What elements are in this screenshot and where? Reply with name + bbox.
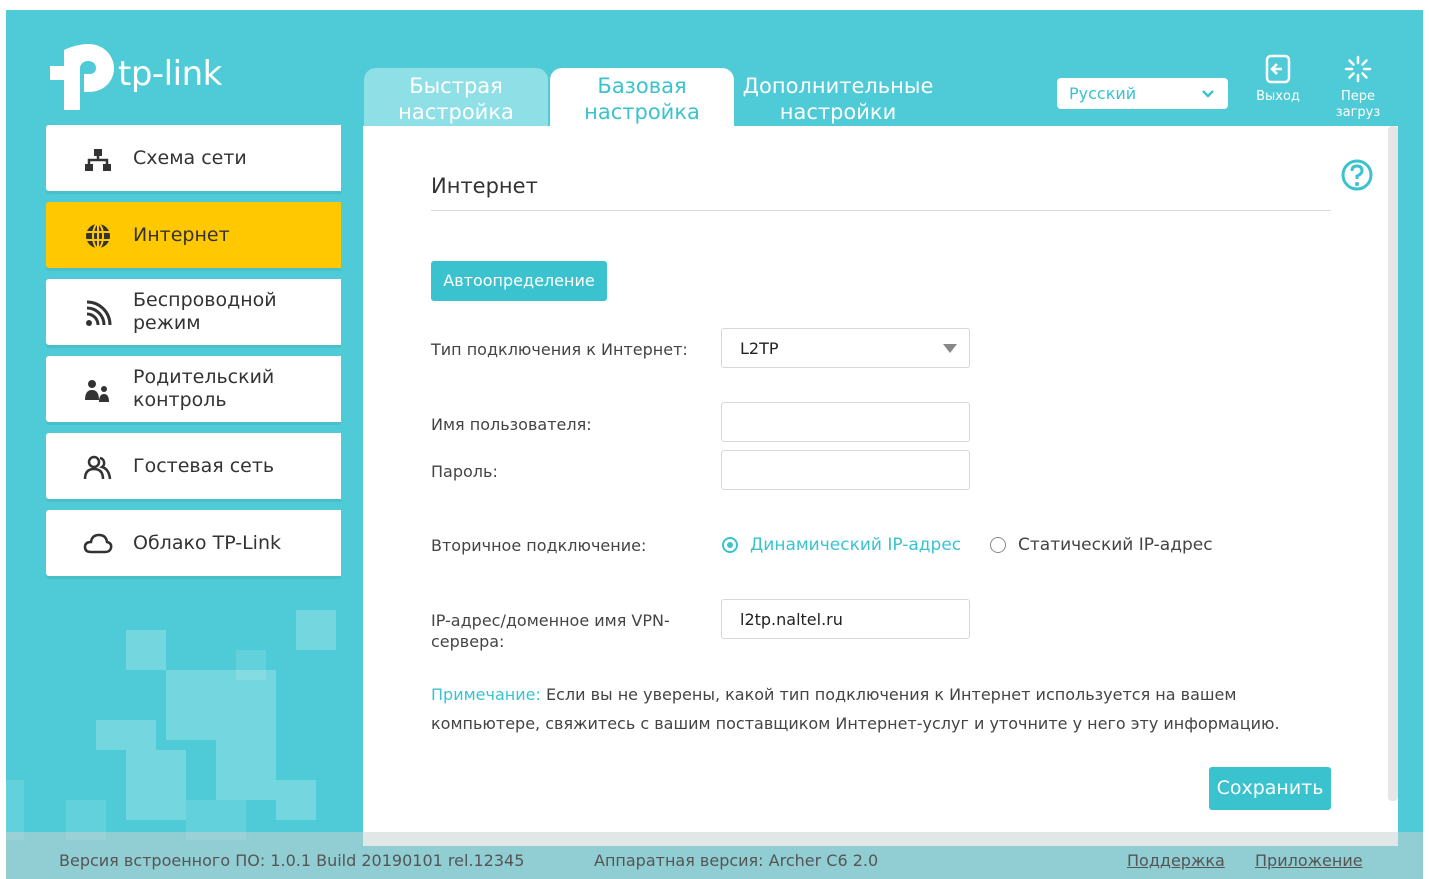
- tab-basic-setup-label: Базовая настройка: [584, 74, 700, 124]
- sidebar-item-cloud[interactable]: Облако TP-Link: [46, 510, 341, 576]
- dropdown-arrow-icon: [943, 344, 957, 353]
- password-label: Пароль:: [431, 462, 498, 481]
- sidebar-item-label: Облако TP-Link: [133, 532, 282, 554]
- tp-link-logo-icon: [50, 44, 114, 110]
- page-title: Интернет: [431, 174, 538, 198]
- tab-quick-setup-label: Быстрая настройка: [398, 74, 514, 124]
- support-link[interactable]: Поддержка: [1127, 851, 1225, 870]
- scrollbar[interactable]: [1388, 126, 1398, 801]
- logo-text: tp-link: [118, 54, 222, 94]
- vpn-server-label: IP-адрес/доменное имя VPN-сервера:: [431, 611, 670, 651]
- sidebar-item-network-map[interactable]: Схема сети: [46, 125, 341, 191]
- globe-icon: [86, 223, 110, 249]
- sidebar-item-guest-network[interactable]: Гостевая сеть: [46, 433, 341, 499]
- reboot-label: Пере загруз: [1335, 89, 1381, 120]
- guest-network-icon: [83, 455, 112, 480]
- logout-button[interactable]: Выход: [1248, 54, 1308, 105]
- username-label: Имя пользователя:: [431, 415, 592, 434]
- reboot-button[interactable]: Пере загруз: [1328, 54, 1388, 121]
- tab-quick-setup[interactable]: Быстрая настройка: [364, 68, 548, 126]
- hardware-version: Аппаратная версия: Archer C6 2.0: [594, 851, 879, 870]
- note-text: Если вы не уверены, какой тип подключени…: [431, 685, 1280, 733]
- title-divider: [431, 210, 1331, 211]
- app-link[interactable]: Приложение: [1255, 851, 1363, 870]
- radio-static-ip-label[interactable]: Статический IP-адрес: [1018, 535, 1213, 555]
- wireless-icon: [86, 300, 112, 326]
- language-value: Русский: [1069, 84, 1137, 103]
- save-button[interactable]: Сохранить: [1209, 767, 1331, 810]
- firmware-version: Версия встроенного ПО: 1.0.1 Build 20190…: [59, 851, 525, 870]
- sidebar-item-label: Гостевая сеть: [133, 455, 275, 477]
- sidebar-item-label: Родительский контроль: [133, 366, 275, 411]
- radio-dynamic-ip-label[interactable]: Динамический IP-адрес: [750, 535, 961, 555]
- cloud-icon: [83, 533, 113, 554]
- chevron-down-icon: [1202, 90, 1214, 98]
- vpn-server-field[interactable]: l2tp.naltel.ru: [721, 599, 970, 639]
- logout-label: Выход: [1256, 89, 1300, 104]
- footer: Версия встроенного ПО: 1.0.1 Build 20190…: [6, 832, 1423, 879]
- sidebar-item-wireless[interactable]: Беспроводной режим: [46, 279, 341, 345]
- radio-dynamic-ip[interactable]: [722, 537, 738, 553]
- sidebar-item-internet[interactable]: Интернет: [46, 202, 341, 268]
- sidebar-item-label: Беспроводной режим: [133, 289, 277, 334]
- tab-basic-setup[interactable]: Базовая настройка: [550, 68, 734, 126]
- sidebar-item-label: Интернет: [133, 224, 230, 246]
- tab-advanced-setup-label: Дополнительные настройки: [742, 74, 934, 124]
- network-map-icon: [85, 149, 111, 171]
- username-field[interactable]: [721, 402, 970, 442]
- connection-type-label: Тип подключения к Интернет:: [431, 340, 688, 359]
- tab-advanced-setup[interactable]: Дополнительные настройки: [736, 68, 940, 126]
- connection-type-select[interactable]: L2TP: [721, 328, 970, 368]
- password-field[interactable]: [721, 450, 970, 490]
- parental-control-icon: [85, 380, 109, 402]
- reboot-icon: [1344, 55, 1372, 83]
- logout-icon: [1265, 54, 1291, 84]
- radio-static-ip[interactable]: [990, 537, 1006, 553]
- note: Примечание: Если вы не уверены, какой ти…: [431, 680, 1331, 738]
- note-label: Примечание:: [431, 685, 541, 704]
- secondary-connection-label: Вторичное подключение:: [431, 536, 647, 555]
- sidebar-item-label: Схема сети: [133, 147, 247, 169]
- connection-type-value: L2TP: [740, 339, 779, 358]
- help-icon[interactable]: [1340, 158, 1374, 192]
- tp-link-logo: tp-link: [46, 42, 236, 112]
- auto-detect-button[interactable]: Автоопределение: [431, 261, 607, 301]
- app-frame: tp-link Быстрая настройка Базовая настро…: [6, 10, 1423, 879]
- sidebar-item-parental-control[interactable]: Родительский контроль: [46, 356, 341, 422]
- language-select[interactable]: Русский: [1057, 78, 1228, 109]
